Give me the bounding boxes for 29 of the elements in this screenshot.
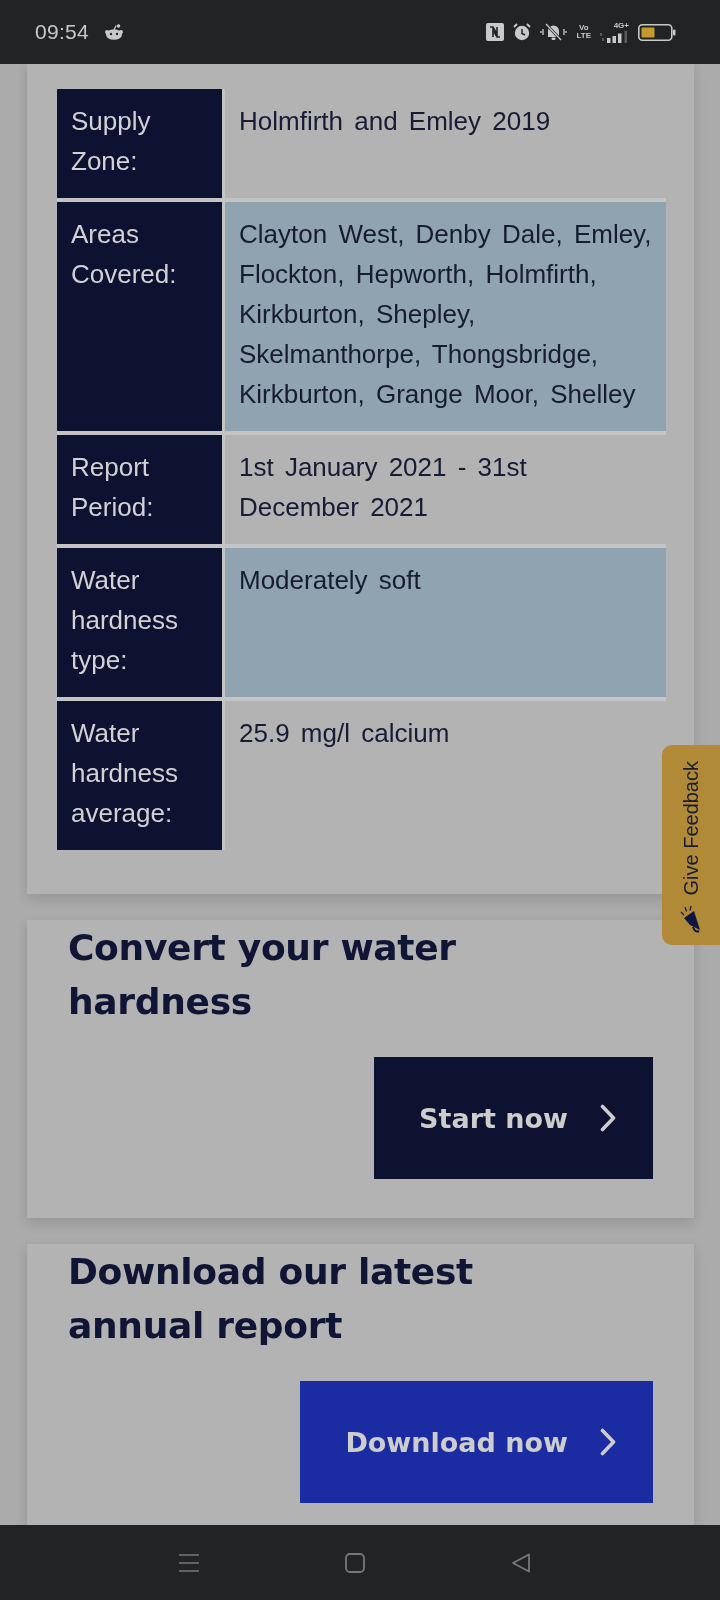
home-icon[interactable] (345, 1552, 365, 1573)
row-header-cell: Areas Covered: (57, 202, 222, 431)
row-header-cell: Supply Zone: (57, 89, 222, 198)
nfc-icon (486, 23, 505, 41)
table-cell: Moderately soft (225, 548, 666, 697)
row-header-cell: Report Period: (57, 435, 222, 544)
cta-button[interactable]: Start now (374, 1057, 653, 1179)
cta-button[interactable]: Download now (300, 1381, 653, 1503)
alarm-clock-icon (513, 23, 532, 41)
status-time: 09:54 (35, 20, 90, 44)
volte-indicator: Vo LTE (576, 24, 591, 40)
chevron-right-icon (600, 1104, 616, 1132)
card-heading: Download our latest annual report (68, 1250, 474, 1348)
row-header-cell: Water hardness type: (57, 548, 222, 697)
table-cell: 1st January 2021 - 31st December 2021 (225, 435, 666, 544)
alien-head-icon (104, 24, 125, 40)
card-heading: Convert your water hardness (68, 926, 457, 1024)
chevron-right-icon (600, 1428, 616, 1456)
back-icon[interactable] (511, 1552, 531, 1573)
row-header-cell: Water hardness average: (57, 701, 222, 850)
battery-icon (638, 23, 676, 41)
table-cell: Clayton West, Denby Dale, Emley, Flockton, Hepworth, Holmfirth, Kirkburton, Shepley, Skelmanthorpe, Thongsbridge, Kirkburton, Grange Moor, Shelley (225, 202, 666, 431)
network-type: 4G+ (613, 21, 629, 30)
menu-icon[interactable] (179, 1552, 199, 1573)
feedback-tab[interactable]: Give Feedback (662, 745, 720, 945)
table-cell: Holmfirth and Emley 2019 (225, 89, 666, 198)
table-cell: 25.9 mg/l calcium (225, 701, 666, 850)
signal-bars-icon (600, 30, 629, 43)
bell-off-icon (540, 23, 568, 41)
